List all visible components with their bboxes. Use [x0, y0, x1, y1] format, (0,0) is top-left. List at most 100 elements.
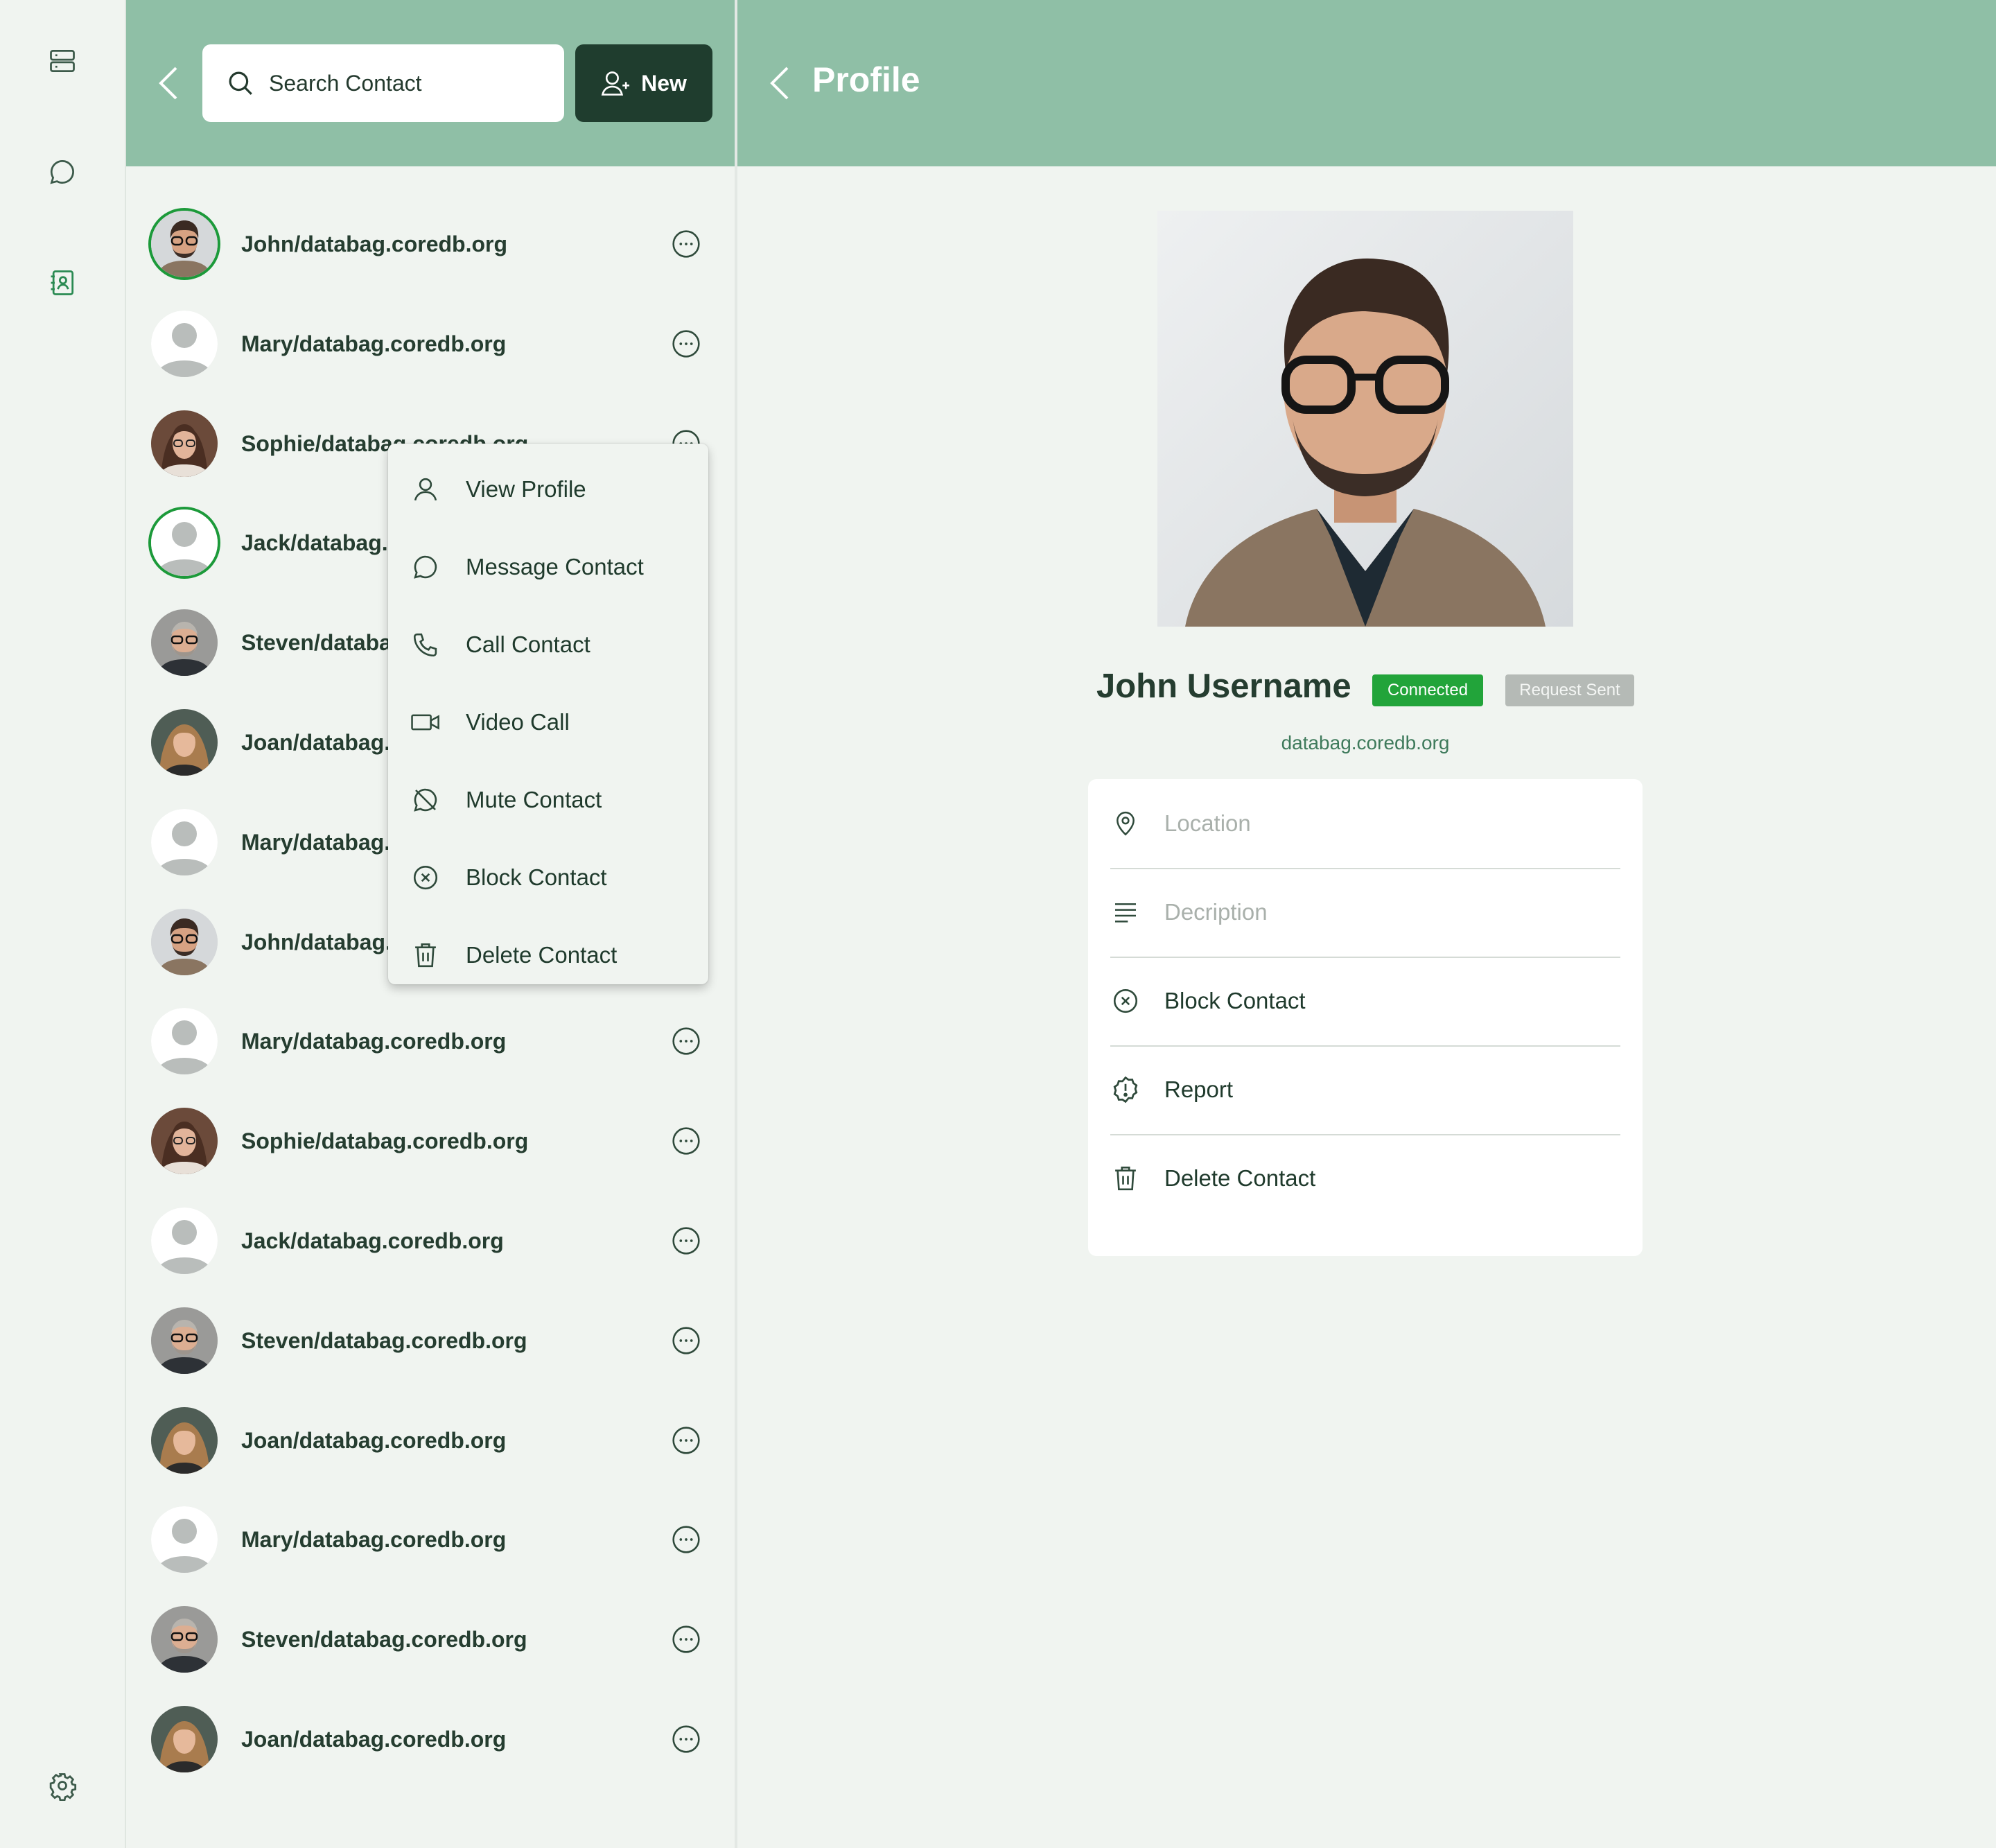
contact-row[interactable]: John/databag.coredb.org: [151, 194, 719, 294]
text-lines-icon: [1110, 897, 1141, 927]
contact-row[interactable]: Jack/databag.coredb.org: [151, 1191, 719, 1291]
more-options-icon[interactable]: [671, 1026, 701, 1056]
contact-context-menu: View Profile Message Contact Call Contac…: [388, 444, 708, 984]
block-contact-action[interactable]: Block Contact: [1110, 957, 1620, 1047]
trash-icon: [410, 940, 441, 970]
profile-back-button[interactable]: [762, 61, 797, 105]
avatar: [151, 609, 218, 676]
phone-icon: [410, 629, 441, 660]
contact-row[interactable]: Mary/databag.coredb.org: [151, 294, 719, 394]
menu-item-call-contact[interactable]: Call Contact: [388, 606, 708, 683]
avatar: [151, 1307, 218, 1374]
avatar: [151, 509, 218, 576]
location-placeholder: Location: [1164, 810, 1251, 836]
gear-icon[interactable]: [42, 1765, 83, 1806]
avatar: [151, 709, 218, 776]
search-input[interactable]: Search Contact: [202, 44, 564, 122]
contact-name: Mary/databag.coredb.org: [241, 331, 507, 356]
avatar: [151, 311, 218, 377]
contact-row[interactable]: Steven/databag.coredb.org: [151, 1589, 719, 1689]
delete-contact-action[interactable]: Delete Contact: [1110, 1134, 1620, 1223]
new-contact-button[interactable]: New: [575, 44, 712, 122]
block-contact-label: Block Contact: [1164, 988, 1306, 1013]
menu-item-mute-contact[interactable]: Mute Contact: [388, 761, 708, 839]
description-field[interactable]: Decription: [1110, 868, 1620, 958]
profile-details-card: Location Decription Block Contact Report…: [1088, 779, 1643, 1256]
avatar: [151, 1108, 218, 1174]
contact-name: Steven/databag.coredb.org: [241, 1626, 527, 1652]
more-options-icon[interactable]: [671, 1325, 701, 1356]
user-icon: [410, 474, 441, 505]
chat-bubble-icon[interactable]: [42, 151, 83, 193]
description-placeholder: Decription: [1164, 899, 1268, 925]
more-options-icon[interactable]: [671, 1624, 701, 1655]
menu-item-view-profile[interactable]: View Profile: [388, 451, 708, 528]
profile-title: Profile: [812, 60, 920, 99]
delete-contact-label: Delete Contact: [1164, 1165, 1316, 1191]
contact-name: Jack/databag.coredb.org: [241, 1228, 504, 1253]
menu-item-label: View Profile: [466, 476, 586, 502]
contact-row[interactable]: Mary/databag.coredb.org: [151, 1490, 719, 1589]
video-camera-icon: [410, 707, 441, 738]
avatar: [151, 1008, 218, 1074]
menu-item-label: Call Contact: [466, 631, 590, 657]
profile-photo: [1157, 211, 1573, 627]
nav-rail: [0, 0, 126, 1848]
menu-item-label: Block Contact: [466, 864, 607, 890]
menu-item-block-contact[interactable]: Block Contact: [388, 839, 708, 916]
more-options-icon[interactable]: [671, 1524, 701, 1555]
add-user-icon: [601, 69, 633, 97]
contact-name: Joan/databag.coredb.org: [241, 1726, 507, 1752]
contact-row[interactable]: Joan/databag.coredb.org: [151, 1689, 719, 1789]
more-options-icon[interactable]: [671, 229, 701, 259]
contacts-back-button[interactable]: [151, 61, 186, 105]
search-icon: [226, 69, 255, 98]
menu-item-label: Mute Contact: [466, 787, 602, 812]
chat-bubble-icon: [410, 552, 441, 582]
avatar: [151, 809, 218, 875]
contact-name: John/databag.coredb.org: [241, 231, 508, 256]
status-badge-connected: Connected: [1372, 674, 1483, 706]
server-icon[interactable]: [42, 40, 83, 82]
avatar: [151, 410, 218, 477]
profile-header: [737, 0, 1996, 166]
avatar: [151, 1208, 218, 1274]
profile-handle: databag.coredb.org: [1281, 732, 1450, 753]
more-options-icon[interactable]: [671, 1425, 701, 1456]
avatar: [151, 211, 218, 277]
contact-row[interactable]: Steven/databag.coredb.org: [151, 1291, 719, 1391]
profile-name: John Username: [1096, 668, 1351, 705]
x-circle-icon: [410, 862, 441, 893]
report-label: Report: [1164, 1076, 1234, 1102]
report-action[interactable]: Report: [1110, 1045, 1620, 1135]
search-placeholder: Search Contact: [269, 70, 422, 96]
contact-row[interactable]: Mary/databag.coredb.org: [151, 991, 719, 1091]
trash-icon: [1110, 1163, 1141, 1194]
new-button-label: New: [641, 70, 687, 96]
menu-item-message-contact[interactable]: Message Contact: [388, 528, 708, 606]
contact-row[interactable]: Sophie/databag.coredb.org: [151, 1091, 719, 1191]
avatar: [151, 1606, 218, 1673]
contacts-book-icon[interactable]: [42, 262, 83, 304]
more-options-icon[interactable]: [671, 329, 701, 359]
avatar: [151, 1506, 218, 1573]
location-field[interactable]: Location: [1110, 779, 1620, 869]
menu-item-delete-contact[interactable]: Delete Contact: [388, 916, 708, 994]
contact-name: Sophie/databag.coredb.org: [241, 1128, 529, 1153]
avatar: [151, 1706, 218, 1772]
more-options-icon[interactable]: [671, 1126, 701, 1156]
status-badge-request-sent: Request Sent: [1505, 674, 1634, 706]
menu-item-label: Message Contact: [466, 554, 644, 579]
contact-name: Mary/databag.coredb.org: [241, 1028, 507, 1054]
more-options-icon[interactable]: [671, 1724, 701, 1754]
avatar: [151, 1407, 218, 1474]
menu-item-label: Delete Contact: [466, 942, 618, 968]
column-divider: [735, 0, 737, 1848]
menu-item-video-call[interactable]: Video Call: [388, 683, 708, 761]
contact-row[interactable]: Joan/databag.coredb.org: [151, 1391, 719, 1490]
more-options-icon[interactable]: [671, 1226, 701, 1256]
contact-name: Steven/databag.coredb.org: [241, 1327, 527, 1353]
contact-name: Joan/databag.coredb.org: [241, 1427, 507, 1453]
contact-name: Mary/databag.coredb.org: [241, 1526, 507, 1552]
menu-item-label: Video Call: [466, 709, 570, 735]
